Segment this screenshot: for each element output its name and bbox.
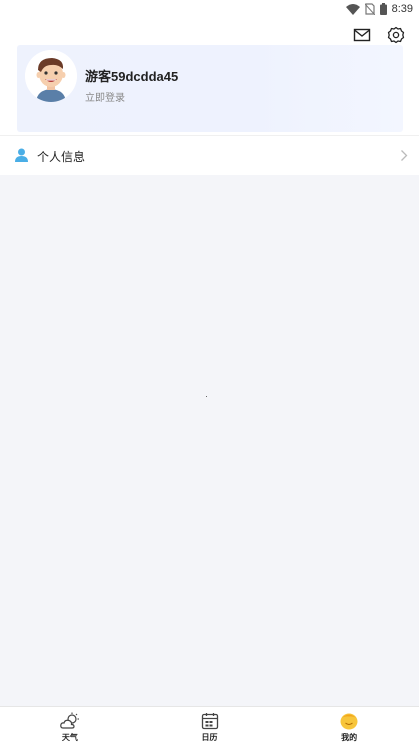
weather-cloud-icon (59, 712, 80, 730)
nav-tab-mine[interactable]: 我的 (279, 707, 419, 745)
nav-tab-calendar[interactable]: 日历 (140, 707, 280, 745)
login-link[interactable]: 立即登录 (85, 89, 125, 104)
calendar-icon (200, 712, 220, 730)
settings-icon[interactable] (387, 26, 405, 44)
profile-card[interactable]: 游客59dcdda45 立即登录 (17, 45, 403, 132)
battery-icon (379, 3, 387, 15)
bottom-nav: 天气 日历 我的 (0, 706, 419, 745)
menu-item-label: 个人信息 (37, 150, 86, 164)
header-actions (353, 26, 405, 44)
menu-item-personal-info[interactable]: 个人信息 (0, 135, 419, 175)
status-bar: 8:39 (0, 0, 419, 18)
status-time: 8:39 (391, 3, 413, 15)
nav-tab-weather[interactable]: 天气 (0, 707, 140, 745)
chevron-right-icon (400, 149, 408, 167)
nav-label: 我的 (341, 733, 358, 742)
content-area (0, 175, 419, 706)
wifi-icon (345, 3, 360, 15)
avatar[interactable] (25, 50, 77, 102)
person-icon (15, 148, 28, 167)
cartoon-avatar-icon (25, 50, 77, 102)
loading-dot (206, 396, 207, 397)
nav-label: 日历 (201, 733, 218, 742)
no-sim-icon (364, 3, 375, 15)
mail-icon[interactable] (353, 26, 371, 44)
nav-label: 天气 (61, 733, 78, 742)
username: 游客59dcdda45 (85, 69, 179, 84)
profile-face-icon (339, 712, 359, 730)
